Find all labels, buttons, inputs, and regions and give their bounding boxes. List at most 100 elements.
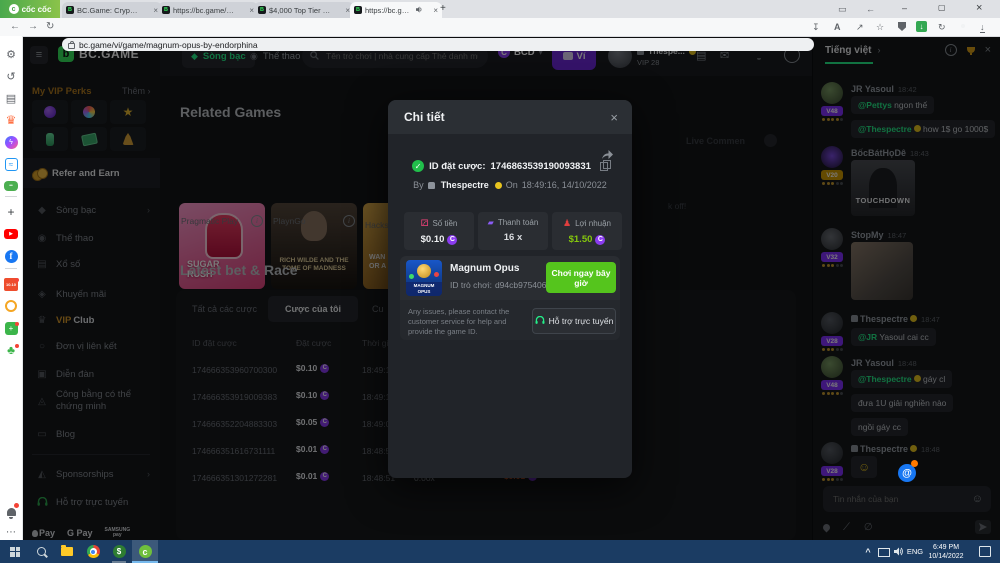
pin-arrow-icon[interactable]: ←: [866, 4, 875, 14]
shopee-icon[interactable]: 10.10: [0, 276, 22, 292]
download-extension-icon[interactable]: ↓: [916, 21, 927, 32]
profit-person-icon: ♟: [563, 218, 571, 229]
coccoc-logo-icon: c: [9, 4, 19, 14]
forward-icon[interactable]: →: [28, 21, 38, 32]
tab-title: $4,000 Top Tier Endorphina: [269, 6, 331, 15]
clock-tray[interactable]: 6:49 PM 10/14/2022: [924, 540, 968, 563]
user-badge-icon: [428, 182, 435, 189]
explorer-icon[interactable]: [54, 540, 80, 563]
url-text[interactable]: bc.game/vi/game/magnum-opus-by-endorphin…: [79, 40, 258, 50]
support-button[interactable]: Hỗ trợ trực tuyến: [532, 308, 616, 334]
panel-toggle-icon[interactable]: ▭: [838, 4, 847, 15]
bet-user[interactable]: Thespectre: [441, 180, 489, 190]
notification-dot: [15, 278, 19, 282]
game-info-card: MAGNUMOPUS Magnum Opus ID trò chơi: d94c…: [400, 256, 620, 300]
bookmark-star-icon[interactable]: ☆: [876, 22, 884, 33]
messenger-icon[interactable]: ϟ: [0, 134, 22, 150]
browser-tab[interactable]: B https://bc.game/vi/game/the ×: [158, 2, 258, 18]
coccoc-brand-text: cốc cốc: [22, 5, 52, 14]
bet-id-row: ✓ ID đặt cược: 1746863539190093831: [388, 160, 632, 172]
feed-icon[interactable]: ▤: [0, 90, 22, 106]
tab-favicon: B: [258, 6, 266, 14]
sidebar-divider: [5, 268, 17, 269]
by-label: By: [413, 180, 424, 190]
bet-id-value[interactable]: 1746863539190093831: [491, 161, 591, 172]
start-button[interactable]: [2, 540, 28, 563]
window-close[interactable]: ×: [976, 2, 982, 14]
volume-tray-icon[interactable]: [892, 540, 906, 563]
game-thumb-label: MAGNUMOPUS: [406, 282, 442, 296]
browser-toolbar: ← → ↻ bc.game/vi/game/magnum-opus-by-end…: [0, 18, 1000, 37]
reload-icon[interactable]: ↻: [46, 21, 54, 32]
window-minimize[interactable]: –: [902, 3, 907, 13]
notification-dot: [15, 322, 19, 326]
history-icon[interactable]: ↺: [0, 68, 22, 84]
facebook-icon[interactable]: f: [0, 248, 22, 264]
action-center-icon[interactable]: [974, 540, 996, 563]
taskbar: $ c ^ ENG 6:49 PM 10/14/2022: [0, 540, 1000, 563]
clover-app-icon[interactable]: ♣: [0, 342, 22, 358]
finance-app-icon[interactable]: $: [106, 540, 132, 563]
sidebar-divider: [5, 196, 17, 197]
browser-tab-bar: c cốc cốc B BC.Game: Crypto Casino Gan ×…: [0, 0, 1000, 18]
adblock-shield-icon[interactable]: [898, 22, 906, 31]
language-indicator[interactable]: ENG: [906, 540, 924, 563]
tab-title: https://bc.game/vi/game: [365, 6, 413, 15]
downloads-icon[interactable]: ↓: [980, 22, 985, 33]
stat-payout: ▰Thanh toán 16 x: [478, 212, 548, 250]
crown-icon[interactable]: ♛: [0, 112, 22, 128]
coin-icon: C: [595, 235, 605, 245]
tray-date: 10/14/2022: [928, 552, 963, 561]
chrome-icon[interactable]: [80, 540, 106, 563]
bell-icon[interactable]: [0, 504, 22, 520]
translate-icon[interactable]: A: [834, 22, 841, 32]
youtube-icon[interactable]: ▶: [0, 226, 22, 242]
coccoc-brand[interactable]: c cốc cốc: [0, 0, 60, 18]
headset-icon: [535, 312, 545, 330]
tab-audio-icon[interactable]: [416, 6, 423, 15]
copy-icon[interactable]: [600, 162, 608, 171]
game-thumb[interactable]: MAGNUMOPUS: [406, 260, 442, 296]
save-page-icon[interactable]: ↧: [812, 22, 820, 33]
play-now-button[interactable]: Chơi ngay bây giờ: [546, 262, 616, 293]
browser-tab-active[interactable]: B https://bc.game/vi/game ×: [350, 2, 442, 18]
user-emoji-icon: [495, 182, 502, 189]
tab-favicon: B: [354, 6, 362, 14]
clock-app-icon[interactable]: [0, 298, 22, 314]
tray-expand-icon[interactable]: ^: [860, 540, 876, 563]
game-id-value[interactable]: d94cb975406...: [495, 280, 554, 290]
more-icon[interactable]: ⋯: [0, 524, 22, 540]
new-tab-button[interactable]: +: [440, 3, 446, 14]
screen: ≡ b BC.GAME My VIP Perks Thêm › ★ Refer …: [0, 0, 1000, 563]
support-note-card: Any issues, please contact the customer …: [400, 300, 620, 340]
tab-title: https://bc.game/vi/game/the: [173, 6, 235, 15]
modal-close-icon[interactable]: ×: [610, 110, 618, 125]
game-name[interactable]: Magnum Opus: [450, 263, 519, 274]
add-shortcut-icon[interactable]: +: [0, 204, 22, 220]
on-label: On: [506, 180, 518, 190]
address-bar[interactable]: bc.game/vi/game/magnum-opus-by-endorphin…: [62, 38, 814, 51]
tab-title: BC.Game: Crypto Casino Gan: [77, 6, 139, 15]
coccoc-taskbar-icon[interactable]: c: [132, 540, 158, 563]
settings-icon[interactable]: ⚙: [0, 46, 22, 62]
window-maximize[interactable]: ▢: [938, 3, 946, 12]
tab-favicon: B: [162, 6, 170, 14]
games-icon[interactable]: ••: [0, 178, 22, 194]
notification-dot: [14, 503, 19, 508]
browser-tab[interactable]: B $4,000 Top Tier Endorphina ×: [254, 2, 354, 18]
sync-icon[interactable]: ↻: [938, 22, 946, 33]
tab-favicon: B: [66, 6, 74, 14]
browser-tab[interactable]: B BC.Game: Crypto Casino Gan ×: [62, 2, 162, 18]
gift-app-icon[interactable]: +: [0, 320, 22, 336]
notification-dot: [15, 344, 19, 348]
stat-amount: ⚂Số tiền $0.10C: [404, 212, 474, 250]
back-icon[interactable]: ←: [10, 21, 20, 32]
lock-icon[interactable]: [68, 43, 75, 49]
wave-app-icon[interactable]: ≈: [0, 156, 22, 172]
bet-details-modal: Chi tiết × ✓ ID đặt cược: 17468635391900…: [388, 100, 632, 478]
share-page-icon[interactable]: ↗: [856, 22, 864, 33]
network-tray-icon[interactable]: [876, 540, 892, 563]
modal-header: Chi tiết ×: [388, 100, 632, 134]
taskbar-search-icon[interactable]: [28, 540, 54, 563]
tab-close-icon[interactable]: ×: [433, 6, 438, 15]
